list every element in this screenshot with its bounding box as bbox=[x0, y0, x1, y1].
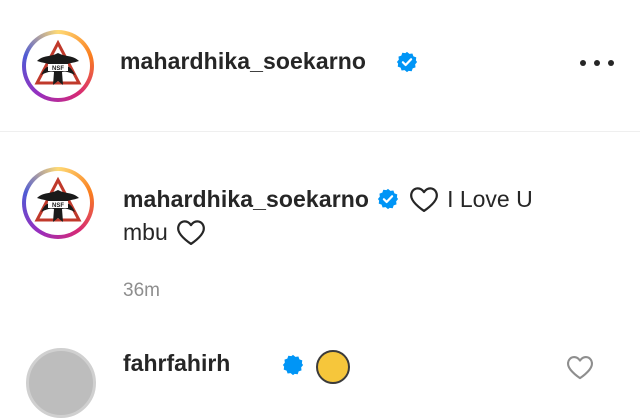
eagle-logo-icon: NSF bbox=[34, 39, 82, 85]
svg-text:NSF: NSF bbox=[52, 66, 64, 72]
verified-badge-icon bbox=[377, 188, 399, 210]
comment-body-line2: mbu bbox=[123, 217, 206, 247]
comment-body-line1: mahardhika_soekarno I Love U bbox=[123, 184, 533, 214]
post-header: NSF mahardhika_soekarno bbox=[0, 0, 640, 130]
heart-outline-icon bbox=[410, 187, 438, 212]
more-options-button[interactable] bbox=[580, 56, 614, 70]
like-heart-icon[interactable] bbox=[566, 354, 594, 380]
comment-text-continued: mbu bbox=[123, 218, 168, 245]
avatar-logo: NSF bbox=[26, 171, 90, 235]
emoji-icon bbox=[316, 350, 350, 384]
commenter-avatar[interactable]: NSF bbox=[22, 167, 94, 239]
post-author-username[interactable]: mahardhika_soekarno bbox=[120, 48, 366, 75]
avatar-logo: NSF bbox=[26, 34, 90, 98]
commenter-avatar[interactable] bbox=[26, 348, 96, 418]
header-divider bbox=[0, 131, 640, 132]
more-dot bbox=[594, 60, 600, 66]
verified-badge-icon bbox=[396, 51, 418, 73]
heart-outline-icon bbox=[176, 220, 205, 245]
next-comment-item: fahrfahirh bbox=[0, 340, 640, 418]
more-dot bbox=[580, 60, 586, 66]
comment-username[interactable]: fahrfahirh bbox=[123, 350, 230, 377]
verified-badge-icon bbox=[282, 354, 304, 376]
comment-username[interactable]: mahardhika_soekarno bbox=[123, 186, 369, 213]
comment-timestamp: 36m bbox=[123, 280, 160, 301]
eagle-logo-icon: NSF bbox=[34, 176, 82, 222]
svg-text:NSF: NSF bbox=[52, 203, 64, 209]
more-dot bbox=[608, 60, 614, 66]
comment-text: I Love U bbox=[447, 185, 533, 212]
profile-avatar[interactable]: NSF bbox=[22, 30, 94, 102]
